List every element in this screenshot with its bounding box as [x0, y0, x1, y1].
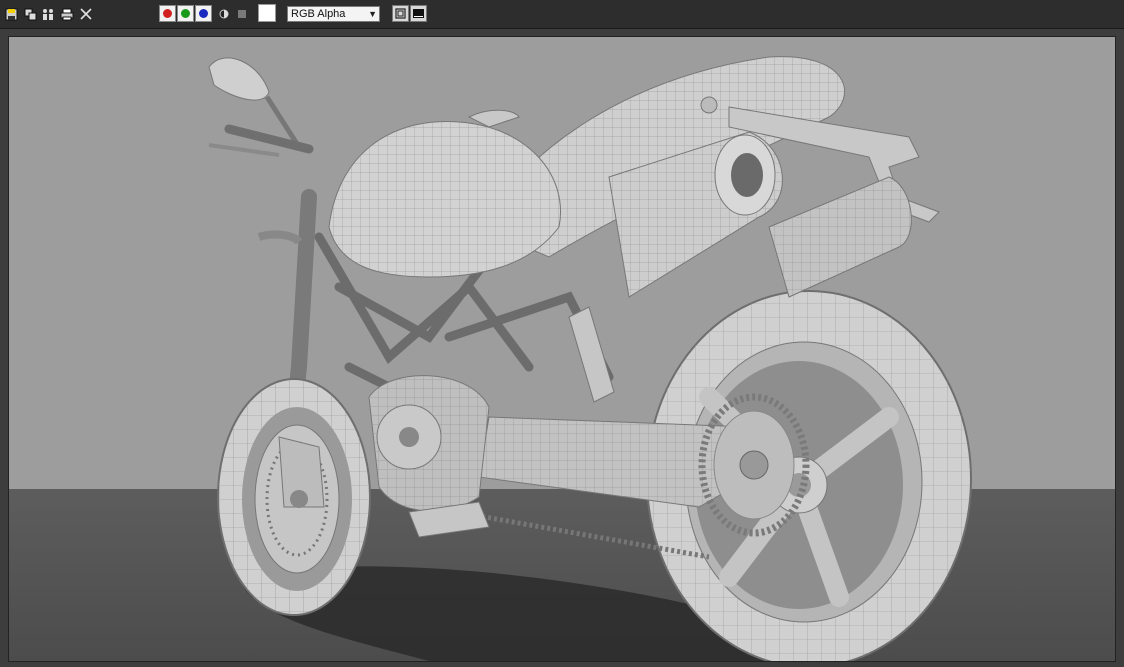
render-toolbar: RGB Alpha ▼	[0, 0, 1124, 29]
copy-icon[interactable]	[22, 6, 38, 22]
engine	[368, 375, 490, 512]
front-wheel	[217, 378, 371, 616]
green-dot-icon	[181, 9, 190, 18]
close-icon[interactable]	[78, 6, 94, 22]
chevron-down-icon: ▼	[368, 9, 377, 19]
region-view-button[interactable]	[392, 5, 409, 22]
print-icon[interactable]	[59, 6, 75, 22]
save-icon[interactable]	[3, 6, 19, 22]
motorcycle-render-image	[9, 37, 1115, 661]
blue-dot-icon	[199, 9, 208, 18]
color-swatch[interactable]	[258, 4, 276, 22]
mono-icon[interactable]	[216, 6, 232, 22]
channel-select[interactable]: RGB Alpha ▼	[287, 6, 380, 22]
green-channel-toggle[interactable]	[177, 5, 194, 22]
red-dot-icon	[163, 9, 172, 18]
render-viewport	[8, 36, 1116, 662]
clone-icon[interactable]	[40, 6, 56, 22]
red-channel-toggle[interactable]	[159, 5, 176, 22]
blue-channel-toggle[interactable]	[195, 5, 212, 22]
channel-select-value: RGB Alpha	[291, 8, 346, 20]
display-view-button[interactable]	[410, 5, 427, 22]
clear-icon[interactable]	[234, 6, 250, 22]
